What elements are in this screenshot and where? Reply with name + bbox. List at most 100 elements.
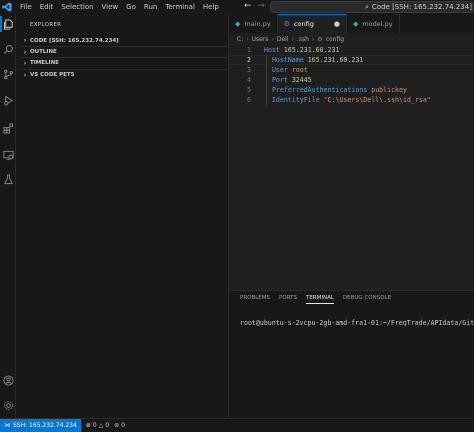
editor-area: ◆ main.py ⚙ config ● ◆ model.py C: › Use… <box>229 14 474 290</box>
code-editor[interactable]: 1 Host 165.231.60.231 2 HostName 165.231… <box>229 45 474 105</box>
vscode-logo-icon <box>0 0 13 14</box>
section-label: VS CODE PETS <box>30 72 75 78</box>
menu-terminal[interactable]: Terminal <box>161 3 199 11</box>
sidebar-title: EXPLORER <box>30 22 62 28</box>
code-value: "C:\Users\Dell\.ssh\id_rsa" <box>323 96 431 104</box>
line-number: 5 <box>247 86 251 94</box>
tab-terminal[interactable]: TERMINAL <box>305 295 334 304</box>
code-line: 3 User root <box>229 65 474 75</box>
explorer-icon[interactable] <box>0 16 16 32</box>
account-icon[interactable] <box>0 372 16 388</box>
line-number: 3 <box>247 66 251 74</box>
menu-help[interactable]: Help <box>199 3 223 11</box>
ports-status[interactable]: ⊚ 0 <box>114 422 125 429</box>
breadcrumb-item[interactable]: Dell <box>277 36 289 43</box>
ports-count: 0 <box>121 422 125 429</box>
code-value: 32445 <box>291 76 312 84</box>
menu-file[interactable]: File <box>16 3 36 11</box>
command-center[interactable]: ⌕ Code [SSH: 165.232.74.234] <box>270 1 474 13</box>
menu-go[interactable]: Go <box>122 3 140 11</box>
code-value: 165.231.60.231 <box>307 56 364 64</box>
code-key: HostName <box>271 56 304 64</box>
bottom-panel: PROBLEMS PORTS TERMINAL DEBUG CONSOLE ro… <box>229 290 474 418</box>
section-label: TIMELINE <box>30 60 59 66</box>
code-key: IdentityFile <box>271 96 320 104</box>
line-number: 2 <box>247 56 251 64</box>
code-key: Port <box>271 76 288 84</box>
tab-problems[interactable]: PROBLEMS <box>240 295 270 304</box>
explorer-sidebar: EXPLORER › CODE [SSH: 165.232.74.234] › … <box>16 14 229 418</box>
warning-count: 0 <box>105 422 110 429</box>
breadcrumb-separator-icon: › <box>271 36 274 43</box>
extensions-icon[interactable] <box>0 120 16 136</box>
section-vscode-pets[interactable]: › VS CODE PETS <box>20 69 228 80</box>
code-line: 1 Host 165.231.60.231 <box>229 45 474 55</box>
menu-bar: File Edit Selection View Go Run Terminal… <box>16 3 223 11</box>
section-label: OUTLINE <box>30 49 57 55</box>
code-value: 165.231.60.231 <box>283 46 340 54</box>
code-line: 4 Port 32445 <box>229 75 474 85</box>
tab-debug-console[interactable]: DEBUG CONSOLE <box>343 295 391 304</box>
testing-icon[interactable] <box>0 171 16 187</box>
editor-tabs: ◆ main.py ⚙ config ● ◆ model.py <box>229 14 474 33</box>
settings-file-icon: ⚙ <box>283 20 290 28</box>
title-bar: File Edit Selection View Go Run Terminal… <box>0 0 474 14</box>
panel-tabs: PROBLEMS PORTS TERMINAL DEBUG CONSOLE <box>240 295 391 304</box>
chevron-right-icon: › <box>23 48 27 56</box>
section-workspace-folder[interactable]: › CODE [SSH: 165.232.74.234] <box>20 35 228 46</box>
remote-icon: ⋊ <box>4 422 10 429</box>
terminal-output[interactable]: root@ubuntu-s-2vcpu-2gb-amd-fra1-01:~/Fr… <box>240 319 474 327</box>
back-arrow-icon[interactable]: ← <box>244 1 252 11</box>
status-bar: ⋊ SSH: 165.232.74.234 ⊗ 0 △ 0 ⊚ 0 <box>0 418 474 432</box>
code-key: Host <box>264 46 280 54</box>
remote-label: SSH: 165.232.74.234 <box>13 422 77 429</box>
code-value: root <box>291 66 308 74</box>
error-count: 0 <box>92 422 97 429</box>
settings-gear-icon[interactable] <box>0 397 16 413</box>
section-label: CODE [SSH: 165.232.74.234] <box>30 37 119 44</box>
tab-ports[interactable]: PORTS <box>279 295 297 304</box>
menu-edit[interactable]: Edit <box>36 3 58 11</box>
tab-main-py[interactable]: ◆ main.py <box>229 14 278 33</box>
breadcrumb-item[interactable]: C: <box>237 36 243 43</box>
code-key: User <box>271 66 288 74</box>
breadcrumb-item[interactable]: Users <box>252 36 269 43</box>
search-icon[interactable] <box>0 41 16 57</box>
tab-model-py[interactable]: ◆ model.py <box>347 14 400 33</box>
remote-explorer-icon[interactable] <box>0 147 16 163</box>
section-outline[interactable]: › OUTLINE <box>20 46 228 57</box>
tab-label: main.py <box>244 19 271 28</box>
line-number: 4 <box>247 76 251 84</box>
forward-arrow-icon[interactable]: → <box>258 1 266 11</box>
breadcrumb-item[interactable]: .ssh <box>297 36 309 43</box>
activity-bar <box>0 14 16 418</box>
menu-selection[interactable]: Selection <box>57 3 97 11</box>
unsaved-dot-icon[interactable]: ● <box>334 20 340 28</box>
code-line: 5 PreferredAuthentications publickey <box>229 85 474 95</box>
breadcrumb-separator-icon: › <box>246 36 249 43</box>
chevron-right-icon: › <box>23 71 27 79</box>
menu-view[interactable]: View <box>98 3 123 11</box>
line-number: 6 <box>247 96 251 104</box>
python-file-icon: ◆ <box>352 19 359 28</box>
breadcrumb-separator-icon: › <box>291 36 294 43</box>
remote-indicator[interactable]: ⋊ SSH: 165.232.74.234 <box>0 419 81 432</box>
problems-status[interactable]: ⊗ 0 △ 0 <box>86 422 109 429</box>
tab-label: config <box>293 20 314 28</box>
code-value: publickey <box>371 86 407 94</box>
python-file-icon: ◆ <box>235 19 241 28</box>
error-icon: ⊗ <box>85 422 91 429</box>
breadcrumb-item[interactable]: config <box>326 36 344 43</box>
code-line: 2 HostName 165.231.60.231 <box>229 55 474 65</box>
section-timeline[interactable]: › TIMELINE <box>20 57 228 68</box>
breadcrumb-separator-icon: › <box>311 36 315 43</box>
menu-run[interactable]: Run <box>140 3 161 11</box>
source-control-icon[interactable] <box>0 66 16 82</box>
code-key: PreferredAuthentications <box>271 86 368 94</box>
command-center-label: Code [SSH: 165.232.74.234] <box>371 3 472 11</box>
breadcrumb: C: › Users › Dell › .ssh › ⚙ config <box>237 36 344 43</box>
run-debug-icon[interactable] <box>0 92 16 108</box>
radio-tower-icon: ⊚ <box>114 422 120 429</box>
tab-config[interactable]: ⚙ config ● <box>277 14 347 33</box>
warning-icon: △ <box>98 422 104 429</box>
